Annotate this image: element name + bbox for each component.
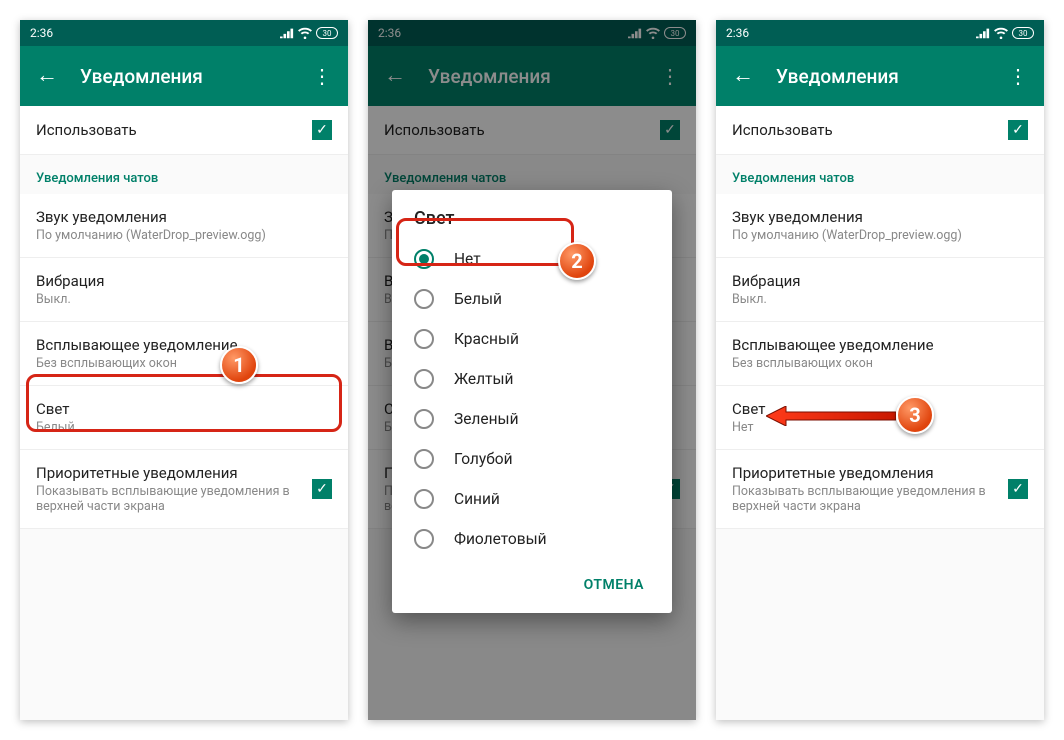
row-popup[interactable]: Всплывающее уведомление Без всплывающих … [716, 322, 1044, 386]
signal-icon [280, 27, 294, 39]
row-light-title: Свет [732, 400, 1028, 418]
radio-icon [414, 489, 434, 509]
page-title: Уведомления [776, 65, 1008, 88]
row-light-sub: Нет [732, 420, 1028, 435]
app-bar: ← Уведомления ⋮ [20, 46, 348, 106]
status-time: 2:36 [30, 26, 53, 40]
row-priority[interactable]: Приоритетные уведомления Показывать вспл… [716, 450, 1044, 529]
phone-screen-3: 2:36 30 ← Уведомления ⋮ Использовать ✓ У… [716, 20, 1044, 720]
page-title: Уведомления [80, 65, 312, 88]
dialog-title: Свет [392, 208, 672, 239]
radio-label: Фиолетовый [454, 530, 547, 548]
settings-list: Использовать ✓ Уведомления чатов Звук ув… [716, 106, 1044, 529]
checkbox-icon[interactable]: ✓ [1008, 120, 1028, 140]
radio-option-green[interactable]: Зеленый [392, 399, 672, 439]
row-use-title: Использовать [732, 121, 1008, 139]
row-popup-title: Всплывающее уведомление [36, 336, 332, 354]
row-vibration[interactable]: Вибрация Выкл. [20, 258, 348, 322]
row-sound-title: Звук уведомления [36, 208, 332, 226]
wifi-icon [994, 27, 1008, 39]
row-use-title: Использовать [36, 121, 312, 139]
checkbox-icon[interactable]: ✓ [1008, 479, 1028, 499]
signal-icon [976, 27, 990, 39]
row-popup-title: Всплывающее уведомление [732, 336, 1028, 354]
row-sound-title: Звук уведомления [732, 208, 1028, 226]
radio-option-white[interactable]: Белый [392, 279, 672, 319]
phone-screen-1: 2:36 30 ← Уведомления ⋮ Использовать ✓ У… [20, 20, 348, 720]
row-popup[interactable]: Всплывающее уведомление Без всплывающих … [20, 322, 348, 386]
section-header-chats: Уведомления чатов [716, 155, 1044, 194]
status-bar: 2:36 30 [716, 20, 1044, 46]
row-priority-sub: Показывать всплывающие уведомления в вер… [36, 484, 312, 514]
settings-list: Использовать ✓ Уведомления чатов Звук ув… [20, 106, 348, 529]
radio-label: Белый [454, 290, 502, 308]
row-sound-sub: По умолчанию (WaterDrop_preview.ogg) [36, 228, 332, 243]
status-icons: 30 [976, 27, 1034, 39]
status-time: 2:36 [726, 26, 749, 40]
radio-label: Красный [454, 330, 519, 348]
back-icon[interactable]: ← [732, 65, 756, 87]
radio-label: Голубой [454, 450, 513, 468]
row-priority[interactable]: Приоритетные уведомления Показывать вспл… [20, 450, 348, 529]
radio-option-lightblue[interactable]: Голубой [392, 439, 672, 479]
radio-option-yellow[interactable]: Желтый [392, 359, 672, 399]
radio-icon [414, 409, 434, 429]
row-priority-sub: Показывать всплывающие уведомления в вер… [732, 484, 1008, 514]
radio-icon [414, 329, 434, 349]
more-icon[interactable]: ⋮ [312, 66, 332, 86]
row-priority-title: Приоритетные уведомления [732, 464, 1008, 482]
row-popup-sub: Без всплывающих окон [732, 356, 1028, 371]
row-priority-title: Приоритетные уведомления [36, 464, 312, 482]
wifi-icon [298, 27, 312, 39]
radio-option-violet[interactable]: Фиолетовый [392, 519, 672, 559]
radio-option-blue[interactable]: Синий [392, 479, 672, 519]
radio-label: Зеленый [454, 410, 519, 428]
row-light-title: Свет [36, 400, 332, 418]
radio-option-none[interactable]: Нет [392, 239, 672, 279]
row-vibration-title: Вибрация [732, 272, 1028, 290]
status-icons: 30 [280, 27, 338, 39]
row-light-sub: Белый [36, 420, 332, 435]
checkbox-icon[interactable]: ✓ [312, 120, 332, 140]
radio-label: Синий [454, 490, 500, 508]
radio-icon [414, 449, 434, 469]
back-icon[interactable]: ← [36, 65, 60, 87]
row-vibration-title: Вибрация [36, 272, 332, 290]
battery-icon: 30 [1012, 27, 1034, 39]
battery-icon: 30 [316, 27, 338, 39]
row-vibration[interactable]: Вибрация Выкл. [716, 258, 1044, 322]
row-vibration-sub: Выкл. [36, 292, 332, 307]
radio-label: Нет [454, 250, 481, 268]
row-vibration-sub: Выкл. [732, 292, 1028, 307]
row-light[interactable]: Свет Нет [716, 386, 1044, 450]
radio-option-red[interactable]: Красный [392, 319, 672, 359]
status-bar: 2:36 30 [20, 20, 348, 46]
row-sound[interactable]: Звук уведомления По умолчанию (WaterDrop… [716, 194, 1044, 258]
radio-icon [414, 369, 434, 389]
cancel-button[interactable]: ОТМЕНА [574, 569, 654, 601]
row-use[interactable]: Использовать ✓ [716, 106, 1044, 155]
radio-icon [414, 249, 434, 269]
checkbox-icon[interactable]: ✓ [312, 479, 332, 499]
row-light[interactable]: Свет Белый [20, 386, 348, 450]
row-sound-sub: По умолчанию (WaterDrop_preview.ogg) [732, 228, 1028, 243]
radio-icon [414, 529, 434, 549]
radio-label: Желтый [454, 370, 514, 388]
more-icon[interactable]: ⋮ [1008, 66, 1028, 86]
row-sound[interactable]: Звук уведомления По умолчанию (WaterDrop… [20, 194, 348, 258]
section-header-chats: Уведомления чатов [20, 155, 348, 194]
light-dialog: Свет Нет Белый Красный Желтый Зеленый Го… [392, 190, 672, 613]
dialog-actions: ОТМЕНА [392, 559, 672, 605]
phone-screen-2: 2:36 30 ← Уведомления ⋮ Использовать ✓ У… [368, 20, 696, 720]
row-popup-sub: Без всплывающих окон [36, 356, 332, 371]
row-use[interactable]: Использовать ✓ [20, 106, 348, 155]
radio-icon [414, 289, 434, 309]
app-bar: ← Уведомления ⋮ [716, 46, 1044, 106]
